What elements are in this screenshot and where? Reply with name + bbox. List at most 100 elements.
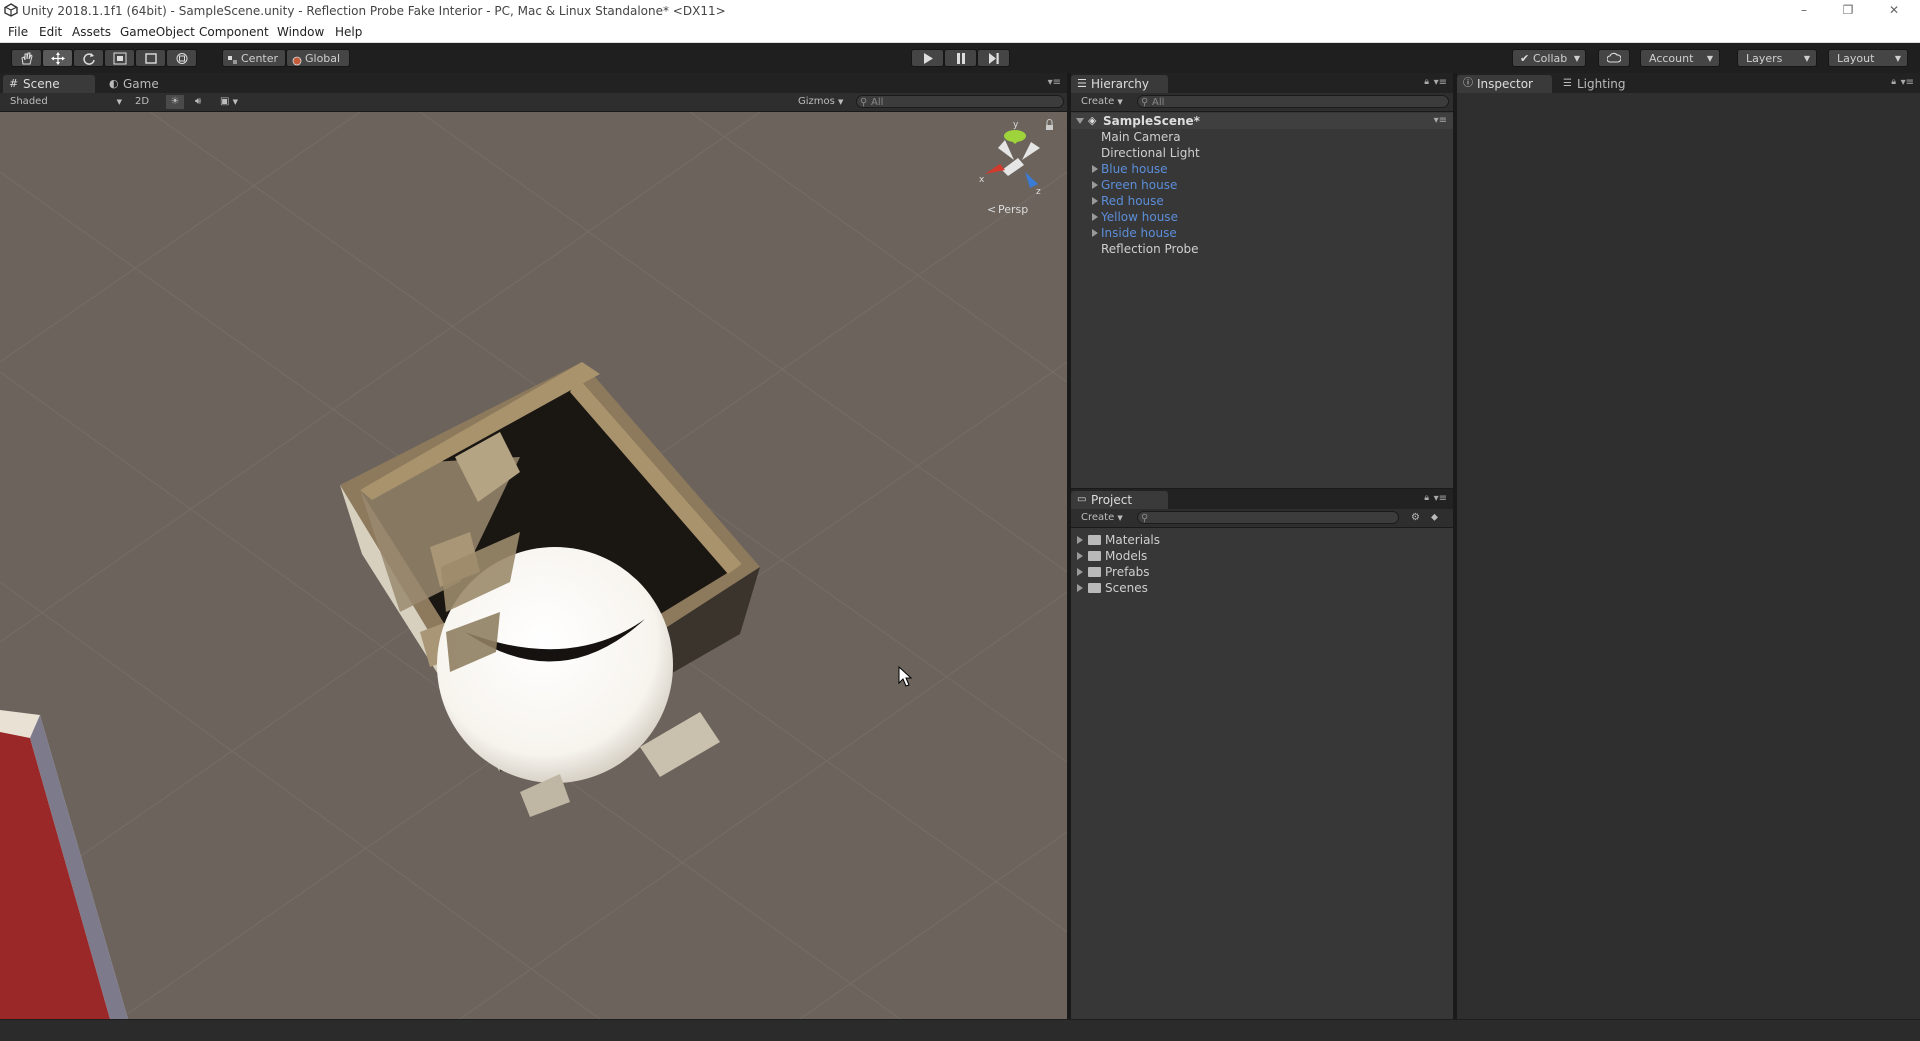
tab-hierarchy[interactable]: ☰ Hierarchy [1071, 75, 1168, 93]
expand-arrow-icon[interactable] [1092, 213, 1098, 221]
menu-gameobject[interactable]: GameObject [120, 25, 195, 39]
project-folder-label: Models [1105, 549, 1148, 563]
gizmos-dropdown[interactable]: Gizmos ▼ [798, 95, 846, 109]
hierarchy-item[interactable]: Yellow house [1071, 209, 1453, 225]
tab-inspector[interactable]: ⓘ Inspector [1457, 75, 1552, 93]
search-icon: ⚲ [860, 97, 868, 108]
expand-arrow-icon[interactable] [1076, 118, 1084, 124]
layers-dropdown[interactable]: Layers ▼ [1737, 49, 1817, 67]
expand-arrow-icon[interactable] [1092, 229, 1098, 237]
collab-dropdown[interactable]: ✔ Collab ▼ [1512, 49, 1586, 67]
inside-house-model[interactable] [340, 362, 760, 817]
scene-menu-icon[interactable]: ▾≡ [1434, 113, 1447, 129]
play-icon [923, 53, 933, 64]
hierarchy-item[interactable]: Main Camera [1071, 129, 1453, 145]
space-global-button[interactable]: Global [286, 49, 350, 67]
scene-root-row[interactable]: ◈ SampleScene* ▾≡ [1071, 113, 1453, 129]
hierarchy-inspector-divider[interactable] [1453, 73, 1457, 1019]
project-create-dropdown[interactable]: Create ▼ [1081, 511, 1129, 525]
scale-tool-button[interactable] [104, 49, 135, 67]
gizmo-x-cone[interactable] [985, 164, 1005, 174]
panel-menu-icon[interactable]: ▾≡ [1048, 77, 1061, 88]
menu-edit[interactable]: Edit [39, 25, 62, 39]
expand-arrow-icon[interactable] [1092, 165, 1098, 173]
layout-dropdown[interactable]: Layout ▼ [1828, 49, 1908, 67]
expand-arrow-icon[interactable] [1092, 197, 1098, 205]
panel-menu-icon[interactable]: ▾≡ [1434, 77, 1447, 88]
expand-arrow-icon[interactable] [1077, 552, 1083, 560]
filter-label-icon[interactable]: ⬥ [1431, 511, 1438, 525]
project-folder[interactable]: Models [1071, 548, 1453, 564]
gizmo-projection-label[interactable]: Persp [998, 203, 1028, 216]
scene-lighting-toggle[interactable]: ☀ [166, 95, 184, 109]
hierarchy-search-input[interactable]: ⚲ All [1137, 95, 1449, 108]
minimize-button[interactable]: – [1782, 0, 1826, 22]
lock-icon[interactable]: 🔒︎ [1424, 77, 1429, 87]
toggle-2d-button[interactable]: 2D [135, 95, 155, 109]
expand-arrow-icon[interactable] [1077, 536, 1083, 544]
close-button[interactable]: ✕ [1872, 0, 1916, 22]
panel-menu-icon[interactable]: ▾≡ [1434, 493, 1447, 504]
pacman-icon: ◐ [109, 77, 119, 90]
project-folder[interactable]: Prefabs [1071, 564, 1453, 580]
hierarchy-item[interactable]: Directional Light [1071, 145, 1453, 161]
hierarchy-item[interactable]: Reflection Probe [1071, 241, 1453, 257]
menu-component[interactable]: Component [199, 25, 269, 39]
panel-menu-icon[interactable]: ▾≡ [1901, 77, 1914, 88]
tab-game[interactable]: ◐ Game [103, 75, 173, 93]
menu-assets[interactable]: Assets [72, 25, 111, 39]
menu-help[interactable]: Help [335, 25, 362, 39]
pause-button[interactable] [944, 49, 977, 67]
hand-tool-button[interactable] [11, 49, 42, 67]
rotate-tool-button[interactable] [73, 49, 104, 67]
status-bar [0, 1019, 1920, 1041]
scene-audio-toggle[interactable]: 🔊︎ [195, 95, 209, 109]
move-tool-button[interactable] [42, 49, 73, 67]
folder-icon [1088, 551, 1101, 561]
orientation-gizmo[interactable]: y x z Persp < [979, 120, 1041, 216]
project-folder[interactable]: Materials [1071, 532, 1453, 548]
play-button[interactable] [911, 49, 944, 67]
tab-project[interactable]: ▭ Project [1071, 491, 1168, 509]
gizmo-y-label: y [1013, 120, 1019, 130]
hierarchy-item[interactable]: Green house [1071, 177, 1453, 193]
lock-icon[interactable]: 🔒︎ [1891, 77, 1896, 87]
hierarchy-item[interactable]: Blue house [1071, 161, 1453, 177]
filter-type-icon[interactable]: ⚙ [1411, 511, 1420, 525]
scene-search-input[interactable]: ⚲ All [856, 95, 1064, 108]
tab-scene[interactable]: # Scene [3, 75, 95, 93]
chevron-down-icon: ▼ [1117, 98, 1123, 106]
tab-hierarchy-label: Hierarchy [1091, 77, 1150, 91]
transform-tool-button[interactable] [166, 49, 197, 67]
restore-button[interactable]: ❐ [1826, 0, 1870, 22]
lock-icon[interactable] [1046, 119, 1053, 131]
project-folder[interactable]: Scenes [1071, 580, 1453, 596]
menu-file[interactable]: File [8, 25, 28, 39]
gizmo-z-cone[interactable] [1025, 172, 1038, 188]
project-folder-label: Scenes [1105, 581, 1148, 595]
project-search-input[interactable]: ⚲ [1137, 511, 1399, 524]
shading-mode-dropdown[interactable]: Shaded ▼ [10, 95, 122, 109]
rect-tool-button[interactable] [135, 49, 166, 67]
cloud-button[interactable] [1598, 49, 1630, 67]
move-icon [50, 52, 65, 65]
red-house-model[interactable] [0, 710, 128, 1019]
account-dropdown[interactable]: Account ▼ [1640, 49, 1720, 67]
hierarchy-project-divider[interactable] [1071, 488, 1453, 489]
menu-window[interactable]: Window [277, 25, 324, 39]
tab-lighting[interactable]: ☰ Lighting [1557, 75, 1637, 93]
scene-hierarchy-divider[interactable] [1067, 73, 1071, 1019]
scene-render[interactable]: y x z Persp < [0, 112, 1067, 1019]
pivot-center-button[interactable]: Center [222, 49, 286, 67]
expand-arrow-icon[interactable] [1077, 584, 1083, 592]
search-icon: ⚲ [1141, 97, 1149, 108]
scene-effects-dropdown[interactable]: ▣ ▼ [220, 95, 250, 109]
hierarchy-create-dropdown[interactable]: Create ▼ [1081, 95, 1129, 109]
lock-icon[interactable]: 🔒︎ [1424, 493, 1429, 503]
expand-arrow-icon[interactable] [1092, 181, 1098, 189]
expand-arrow-icon[interactable] [1077, 568, 1083, 576]
hierarchy-item[interactable]: Inside house [1071, 225, 1453, 241]
step-button[interactable] [977, 49, 1010, 67]
hierarchy-item[interactable]: Red house [1071, 193, 1453, 209]
scene-viewport[interactable]: y x z Persp < [0, 112, 1067, 1019]
